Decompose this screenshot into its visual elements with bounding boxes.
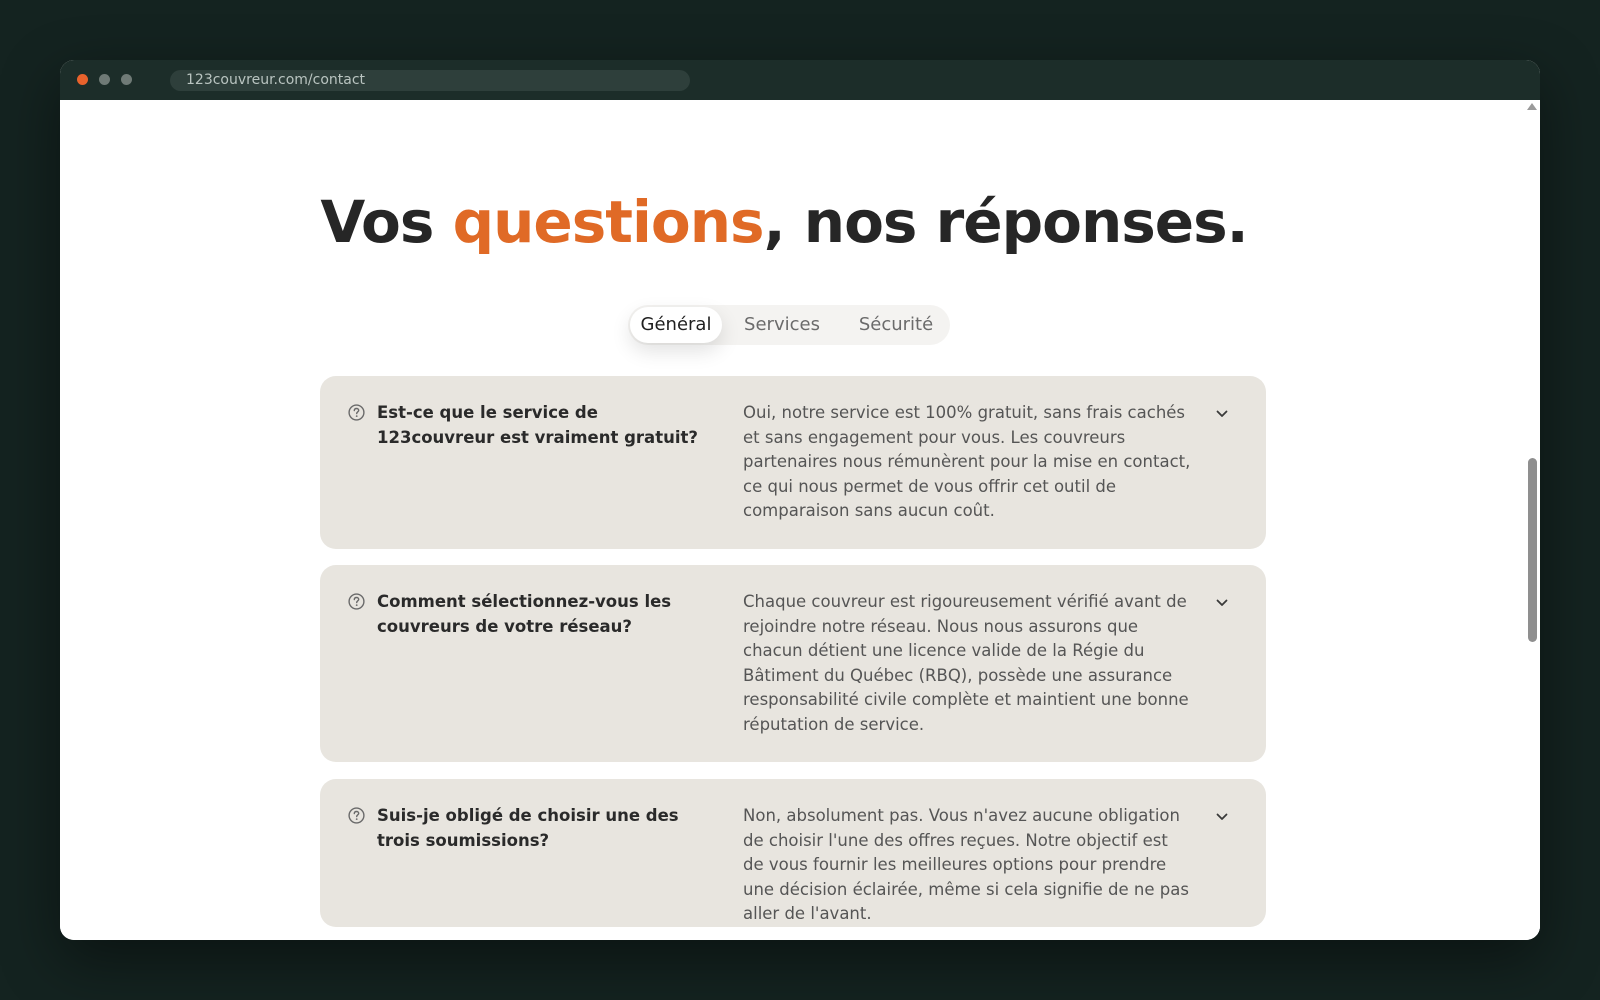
maximize-dot[interactable] [121, 74, 132, 85]
faq-question: Est-ce que le service de 123couvreur est… [377, 403, 698, 447]
page-viewport: Vos questions, nos réponses. Général Ser… [60, 100, 1540, 940]
faq-answer: Chaque couvreur est rigoureusement vérif… [743, 592, 1189, 734]
tab-general[interactable]: Général [630, 307, 722, 343]
faq-tabs: Général Services Sécurité [628, 305, 950, 345]
question-circle-icon [348, 593, 365, 610]
title-bar: 123couvreur.com/contact [60, 60, 1540, 100]
close-dot[interactable] [77, 74, 88, 85]
faq-question: Comment sélectionnez-vous les couvreurs … [377, 592, 672, 636]
tab-securite[interactable]: Sécurité [846, 307, 946, 343]
question-circle-icon [348, 807, 365, 824]
faq-answer: Non, absolument pas. Vous n'avez aucune … [743, 806, 1189, 923]
browser-window: 123couvreur.com/contact Vos questions, n… [60, 60, 1540, 940]
address-bar[interactable]: 123couvreur.com/contact [170, 70, 690, 91]
chevron-down-icon[interactable] [1216, 599, 1228, 607]
title-part-1: Vos [320, 188, 453, 256]
tab-services[interactable]: Services [732, 307, 832, 343]
chevron-down-icon[interactable] [1216, 813, 1228, 821]
faq-item[interactable]: Comment sélectionnez-vous les couvreurs … [320, 565, 1266, 762]
question-circle-icon [348, 404, 365, 421]
chevron-down-icon[interactable] [1216, 410, 1228, 418]
title-part-2: , nos réponses. [763, 188, 1249, 256]
faq-answer: Oui, notre service est 100% gratuit, san… [743, 403, 1191, 520]
faq-item[interactable]: Est-ce que le service de 123couvreur est… [320, 376, 1266, 549]
scrollbar-thumb[interactable] [1528, 458, 1537, 642]
scroll-up-arrow-icon[interactable] [1527, 103, 1537, 110]
faq-item[interactable]: Suis-je obligé de choisir une des trois … [320, 779, 1266, 927]
minimize-dot[interactable] [99, 74, 110, 85]
faq-question: Suis-je obligé de choisir une des trois … [377, 806, 679, 850]
title-highlight: questions [452, 188, 765, 256]
scrollbar[interactable] [1524, 100, 1540, 940]
page-title: Vos questions, nos réponses. [60, 188, 1508, 256]
